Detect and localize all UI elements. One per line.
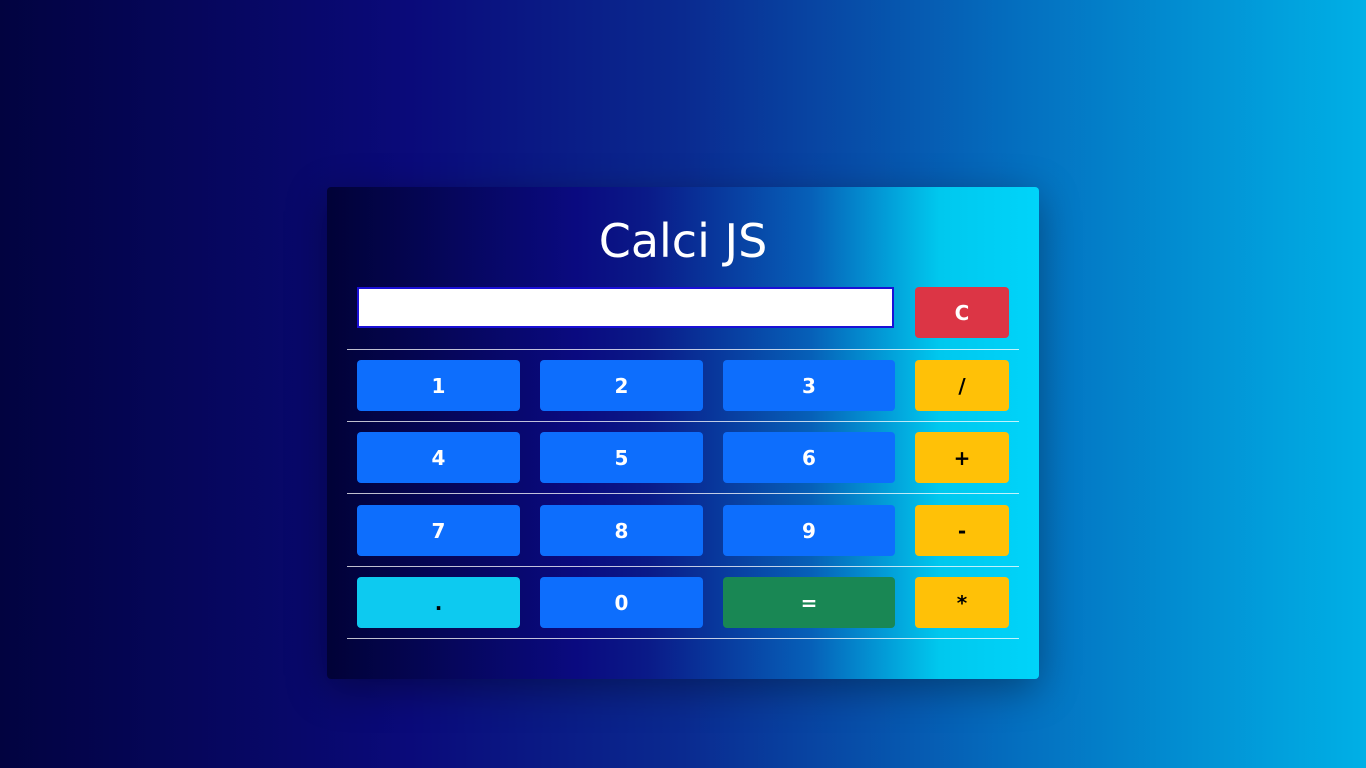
digit-8-button[interactable]: 8 — [540, 505, 703, 556]
digit-1-button[interactable]: 1 — [357, 360, 520, 411]
calculator-title: Calci JS — [598, 214, 768, 268]
row-divider — [347, 566, 1019, 567]
divide-button[interactable]: / — [915, 360, 1009, 411]
digit-9-button[interactable]: 9 — [723, 505, 895, 556]
clear-button[interactable]: C — [915, 287, 1009, 338]
calculator-display[interactable] — [357, 287, 894, 328]
equals-button[interactable]: = — [723, 577, 895, 628]
row-divider — [347, 638, 1019, 639]
row-divider — [347, 421, 1019, 422]
digit-2-button[interactable]: 2 — [540, 360, 703, 411]
digit-4-button[interactable]: 4 — [357, 432, 520, 483]
digit-7-button[interactable]: 7 — [357, 505, 520, 556]
digit-6-button[interactable]: 6 — [723, 432, 895, 483]
digit-3-button[interactable]: 3 — [723, 360, 895, 411]
minus-button[interactable]: - — [915, 505, 1009, 556]
calculator-card: Calci JS C 1 2 3 / 4 5 6 + 7 8 9 - . 0 =… — [327, 187, 1039, 679]
row-divider — [347, 493, 1019, 494]
decimal-point-button[interactable]: . — [357, 577, 520, 628]
multiply-button[interactable]: * — [915, 577, 1009, 628]
digit-0-button[interactable]: 0 — [540, 577, 703, 628]
plus-button[interactable]: + — [915, 432, 1009, 483]
digit-5-button[interactable]: 5 — [540, 432, 703, 483]
row-divider — [347, 349, 1019, 350]
